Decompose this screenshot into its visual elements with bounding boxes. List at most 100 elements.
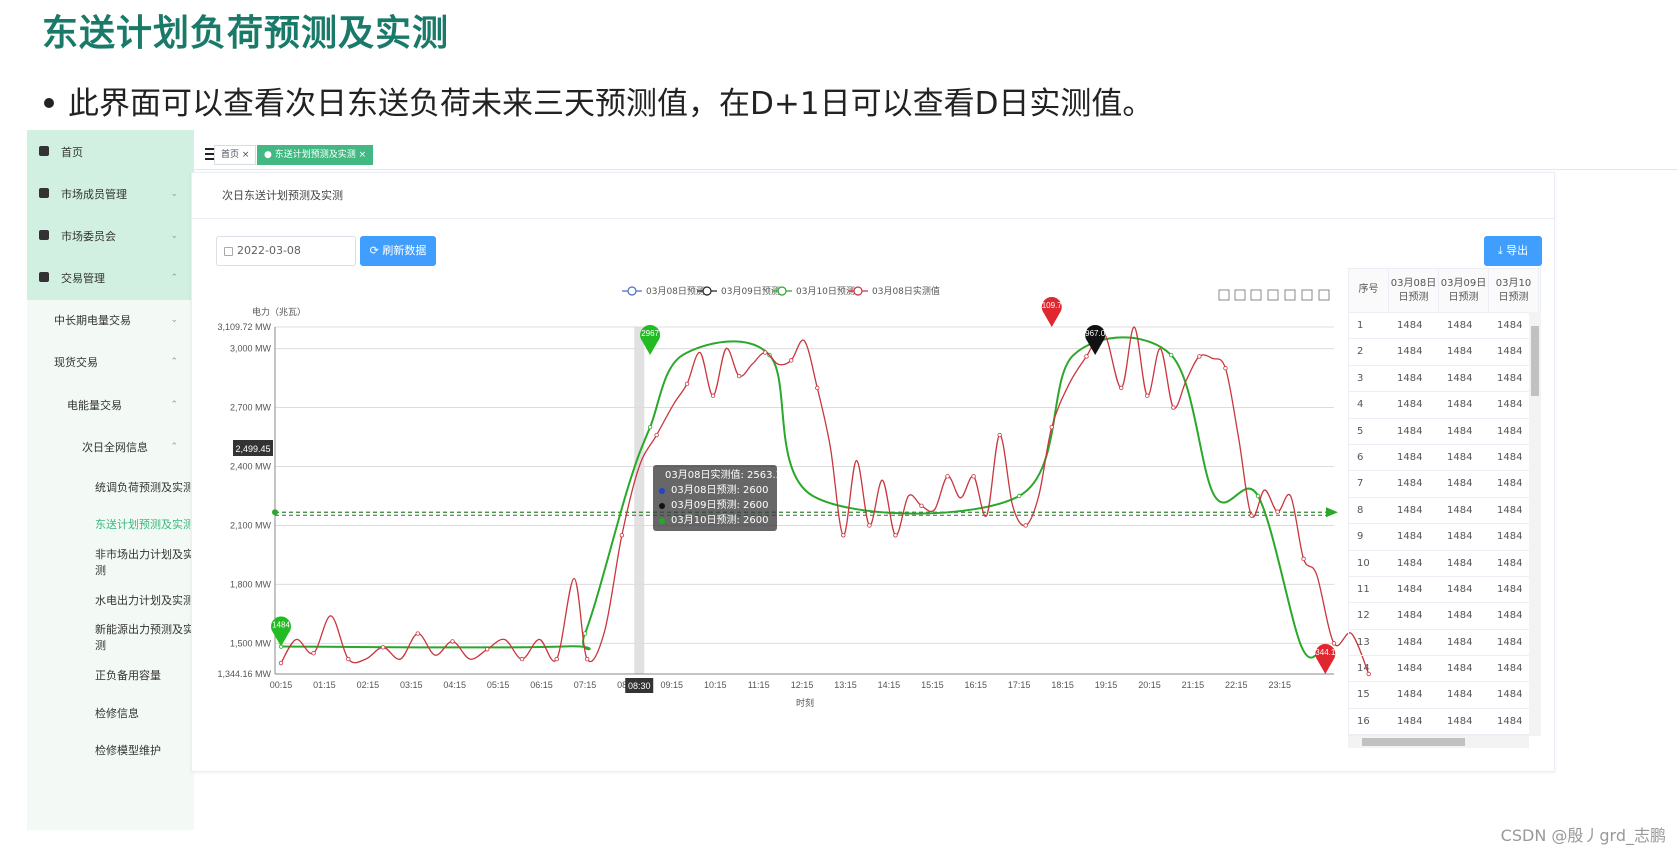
table-cell: 1484 [1447,636,1473,648]
series-point [736,373,742,379]
table-cell: 1484 [1447,478,1473,490]
table-cell: 3 [1357,372,1364,384]
table-cell: 1484 [1447,715,1473,727]
x-tick-label: 23:15 [1268,680,1291,690]
table-header-cell: 03月09日 日预测 [1439,269,1489,312]
table-cell: 1484 [1397,451,1423,463]
table-cell: 1484 [1447,610,1473,622]
table-horizontal-scrollbar[interactable] [1348,736,1529,748]
table-cell: 1484 [1397,531,1423,543]
x-tick-label: 05:15 [487,680,510,690]
table-cell: 1484 [1447,399,1473,411]
series-point [1145,393,1150,398]
series-point [945,474,950,479]
table-cell: 8 [1357,504,1364,516]
series-point [710,393,716,398]
legend-marker [702,286,712,296]
marker-label: 1344.16 [1311,648,1340,657]
series-point [584,656,590,662]
series-point [1255,493,1261,499]
table-header: 序号 03月08日 日预测 03月09日 日预测 03月10 日预测 [1349,269,1540,313]
x-tick-label: 17:15 [1008,680,1031,690]
x-tick-label: 12:15 [791,680,814,690]
y-tick-label: 1,344.16 MW [217,669,271,679]
series-point [346,656,351,662]
series-point [789,358,794,363]
table-cell: 1 [1357,320,1364,331]
series-point [519,656,525,662]
y-tick-label: 2,400 MW [230,461,272,471]
y-axis-title: 电力（兆瓦） [252,306,306,318]
table-cell: 1484 [1447,504,1473,516]
table-cell: 12 [1357,610,1370,622]
table-header-cell: 03月08日 日预测 [1389,269,1439,312]
x-tick-label: 16:15 [964,680,987,690]
series-point [684,381,690,387]
table-cell: 1484 [1447,372,1473,384]
x-tick-label: 04:15 [443,680,466,690]
table-cell: 14 [1357,663,1370,675]
tooltip-swatch [659,502,665,509]
series-point [1119,385,1124,391]
table-cell: 1484 [1397,504,1423,516]
series-point [762,350,768,355]
legend-marker [853,286,863,296]
toolbox-icon [1234,289,1246,301]
marker-label: 3109.72 [1037,301,1066,310]
series-point [1084,354,1089,359]
table-cell: 1484 [1397,399,1423,411]
table-cell: 10 [1357,557,1370,569]
table-cell: 13 [1357,636,1370,648]
table-cell: 4 [1357,399,1364,411]
series-point [619,533,625,538]
legend-marker [627,286,637,296]
table-cell: 11 [1357,583,1370,595]
table-row: 6 1484 1484 1484 [1349,445,1540,472]
x-tick-label: 06:15 [530,680,553,690]
table-cell: 1484 [1447,689,1473,701]
series-point [919,503,924,508]
series-point [1197,354,1202,359]
axis-pointer-x-label: 08:30 [628,681,651,691]
y-tick-label: 2,700 MW [230,403,272,413]
series-point [415,631,420,636]
x-tick-label: 19:15 [1095,680,1118,690]
table-cell: 1484 [1397,636,1423,648]
marker-label: 1484 [272,621,290,630]
table-cell: 7 [1357,478,1364,490]
legend-label: 03月08日实测值 [872,285,940,297]
table-cell: 1484 [1397,715,1423,727]
table-row: 11 1484 1484 1484 [1349,577,1540,604]
table-row: 5 1484 1484 1484 [1349,419,1540,445]
series-point [841,533,846,538]
series-point [1331,641,1337,646]
toolbox-icon [1250,289,1262,301]
table-vertical-scrollbar[interactable] [1529,312,1541,736]
toolbox-icon [1318,289,1330,301]
table-cell: 6 [1357,451,1364,463]
table-row: 3 1484 1484 1484 [1349,366,1540,393]
series-point [582,631,588,636]
toolbox-icon [1284,289,1296,301]
marker-label: 2967 [641,329,659,338]
average-start-dot [272,509,278,516]
x-tick-label: 03:15 [400,680,423,690]
table-header-cell: 03月10 日预测 [1489,269,1539,312]
table-header-cell: 序号 [1349,269,1389,312]
y-tick-label: 3,109.72 MW [217,322,271,332]
table-cell: 1484 [1397,557,1423,569]
table-row: 12 1484 1484 1484 [1349,603,1540,630]
toolbox-icon [1218,289,1230,301]
series-point [278,660,284,666]
table-row: 1 1484 1484 1484 [1349,313,1540,340]
x-tick-label: 22:15 [1225,680,1248,690]
x-tick-label: 10:15 [704,680,727,690]
legend-marker [777,286,787,296]
table-row: 8 1484 1484 1484 [1349,498,1540,525]
x-tick-label: 20:15 [1138,680,1161,690]
series-point [997,432,1002,438]
y-tick-label: 1,500 MW [230,638,272,648]
y-tick-label: 1,800 MW [230,579,272,589]
series-point [450,639,455,644]
x-tick-label: 18:15 [1051,680,1074,690]
